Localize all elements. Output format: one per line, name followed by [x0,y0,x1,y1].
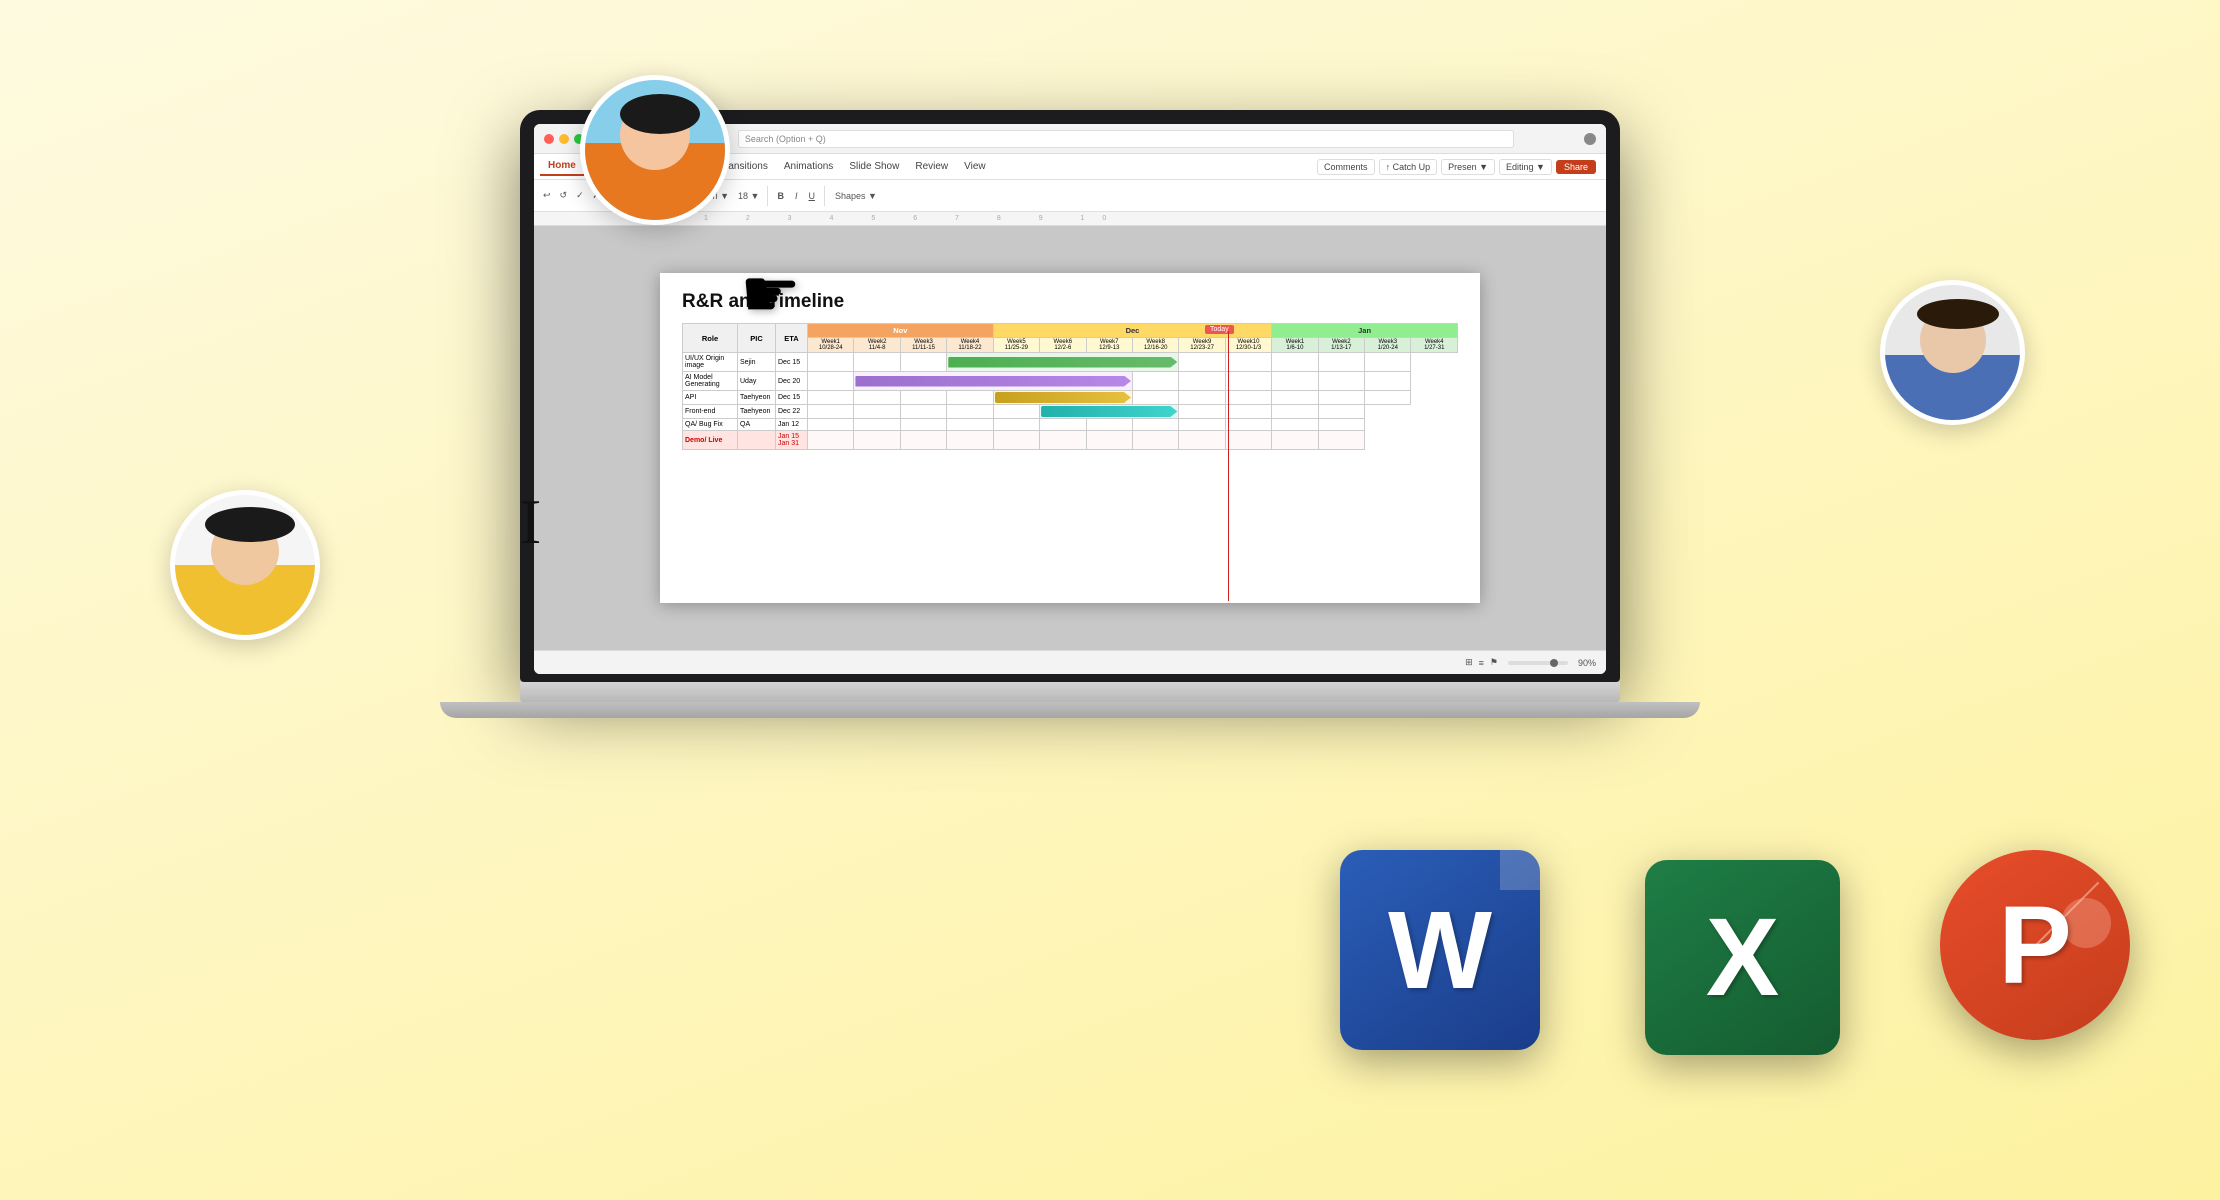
table-row: AI Model Generating Uday Dec 20 [683,372,1458,391]
btn-shapes[interactable]: Shapes ▼ [830,189,882,203]
avatar-man-blue [1880,280,2025,425]
tab-animations[interactable]: Animations [776,158,841,175]
excel-app-icon[interactable]: X [1645,860,1840,1055]
tab-home[interactable]: Home [540,157,584,176]
tab-slideshow[interactable]: Slide Show [841,158,907,175]
tab-review[interactable]: Review [907,158,956,175]
table-row: API Taehyeon Dec 15 [683,391,1458,405]
ppt-statusbar: ⊞ ≡ ⚑ 90% [534,650,1606,674]
avatar-woman-yellow [170,490,320,640]
table-row-demo: Demo/ Live Jan 15Jan 31 [683,431,1458,450]
btn-catchup[interactable]: ↑ Catch Up [1379,159,1438,175]
gantt-table: Role PIC ETA Nov Dec Jan [682,323,1458,450]
table-row: Front-end Taehyeon Dec 22 [683,405,1458,419]
hand-cursor-icon: ☛ [740,255,801,334]
window-controls [544,134,584,144]
btn-share[interactable]: Share [1556,160,1596,174]
canvas-area: R&R and Timeline Today Role PIC ETA [534,226,1606,650]
laptop-base [520,682,1620,702]
laptop-foot [440,702,1700,718]
btn-editing[interactable]: Editing ▼ [1499,159,1552,175]
btn-presen[interactable]: Presen ▼ [1441,159,1495,175]
btn-comments[interactable]: Comments [1317,159,1375,175]
text-cursor-icon: I [520,490,541,554]
table-row: UI/UX Origin image Sejin Dec 15 [683,353,1458,372]
avatar-woman-orange [580,75,730,225]
powerpoint-app-icon[interactable]: P [1940,850,2130,1040]
table-row: QA/ Bug Fix QA Jan 12 [683,419,1458,431]
tab-view[interactable]: View [956,158,994,175]
word-app-icon[interactable]: W [1340,850,1540,1050]
